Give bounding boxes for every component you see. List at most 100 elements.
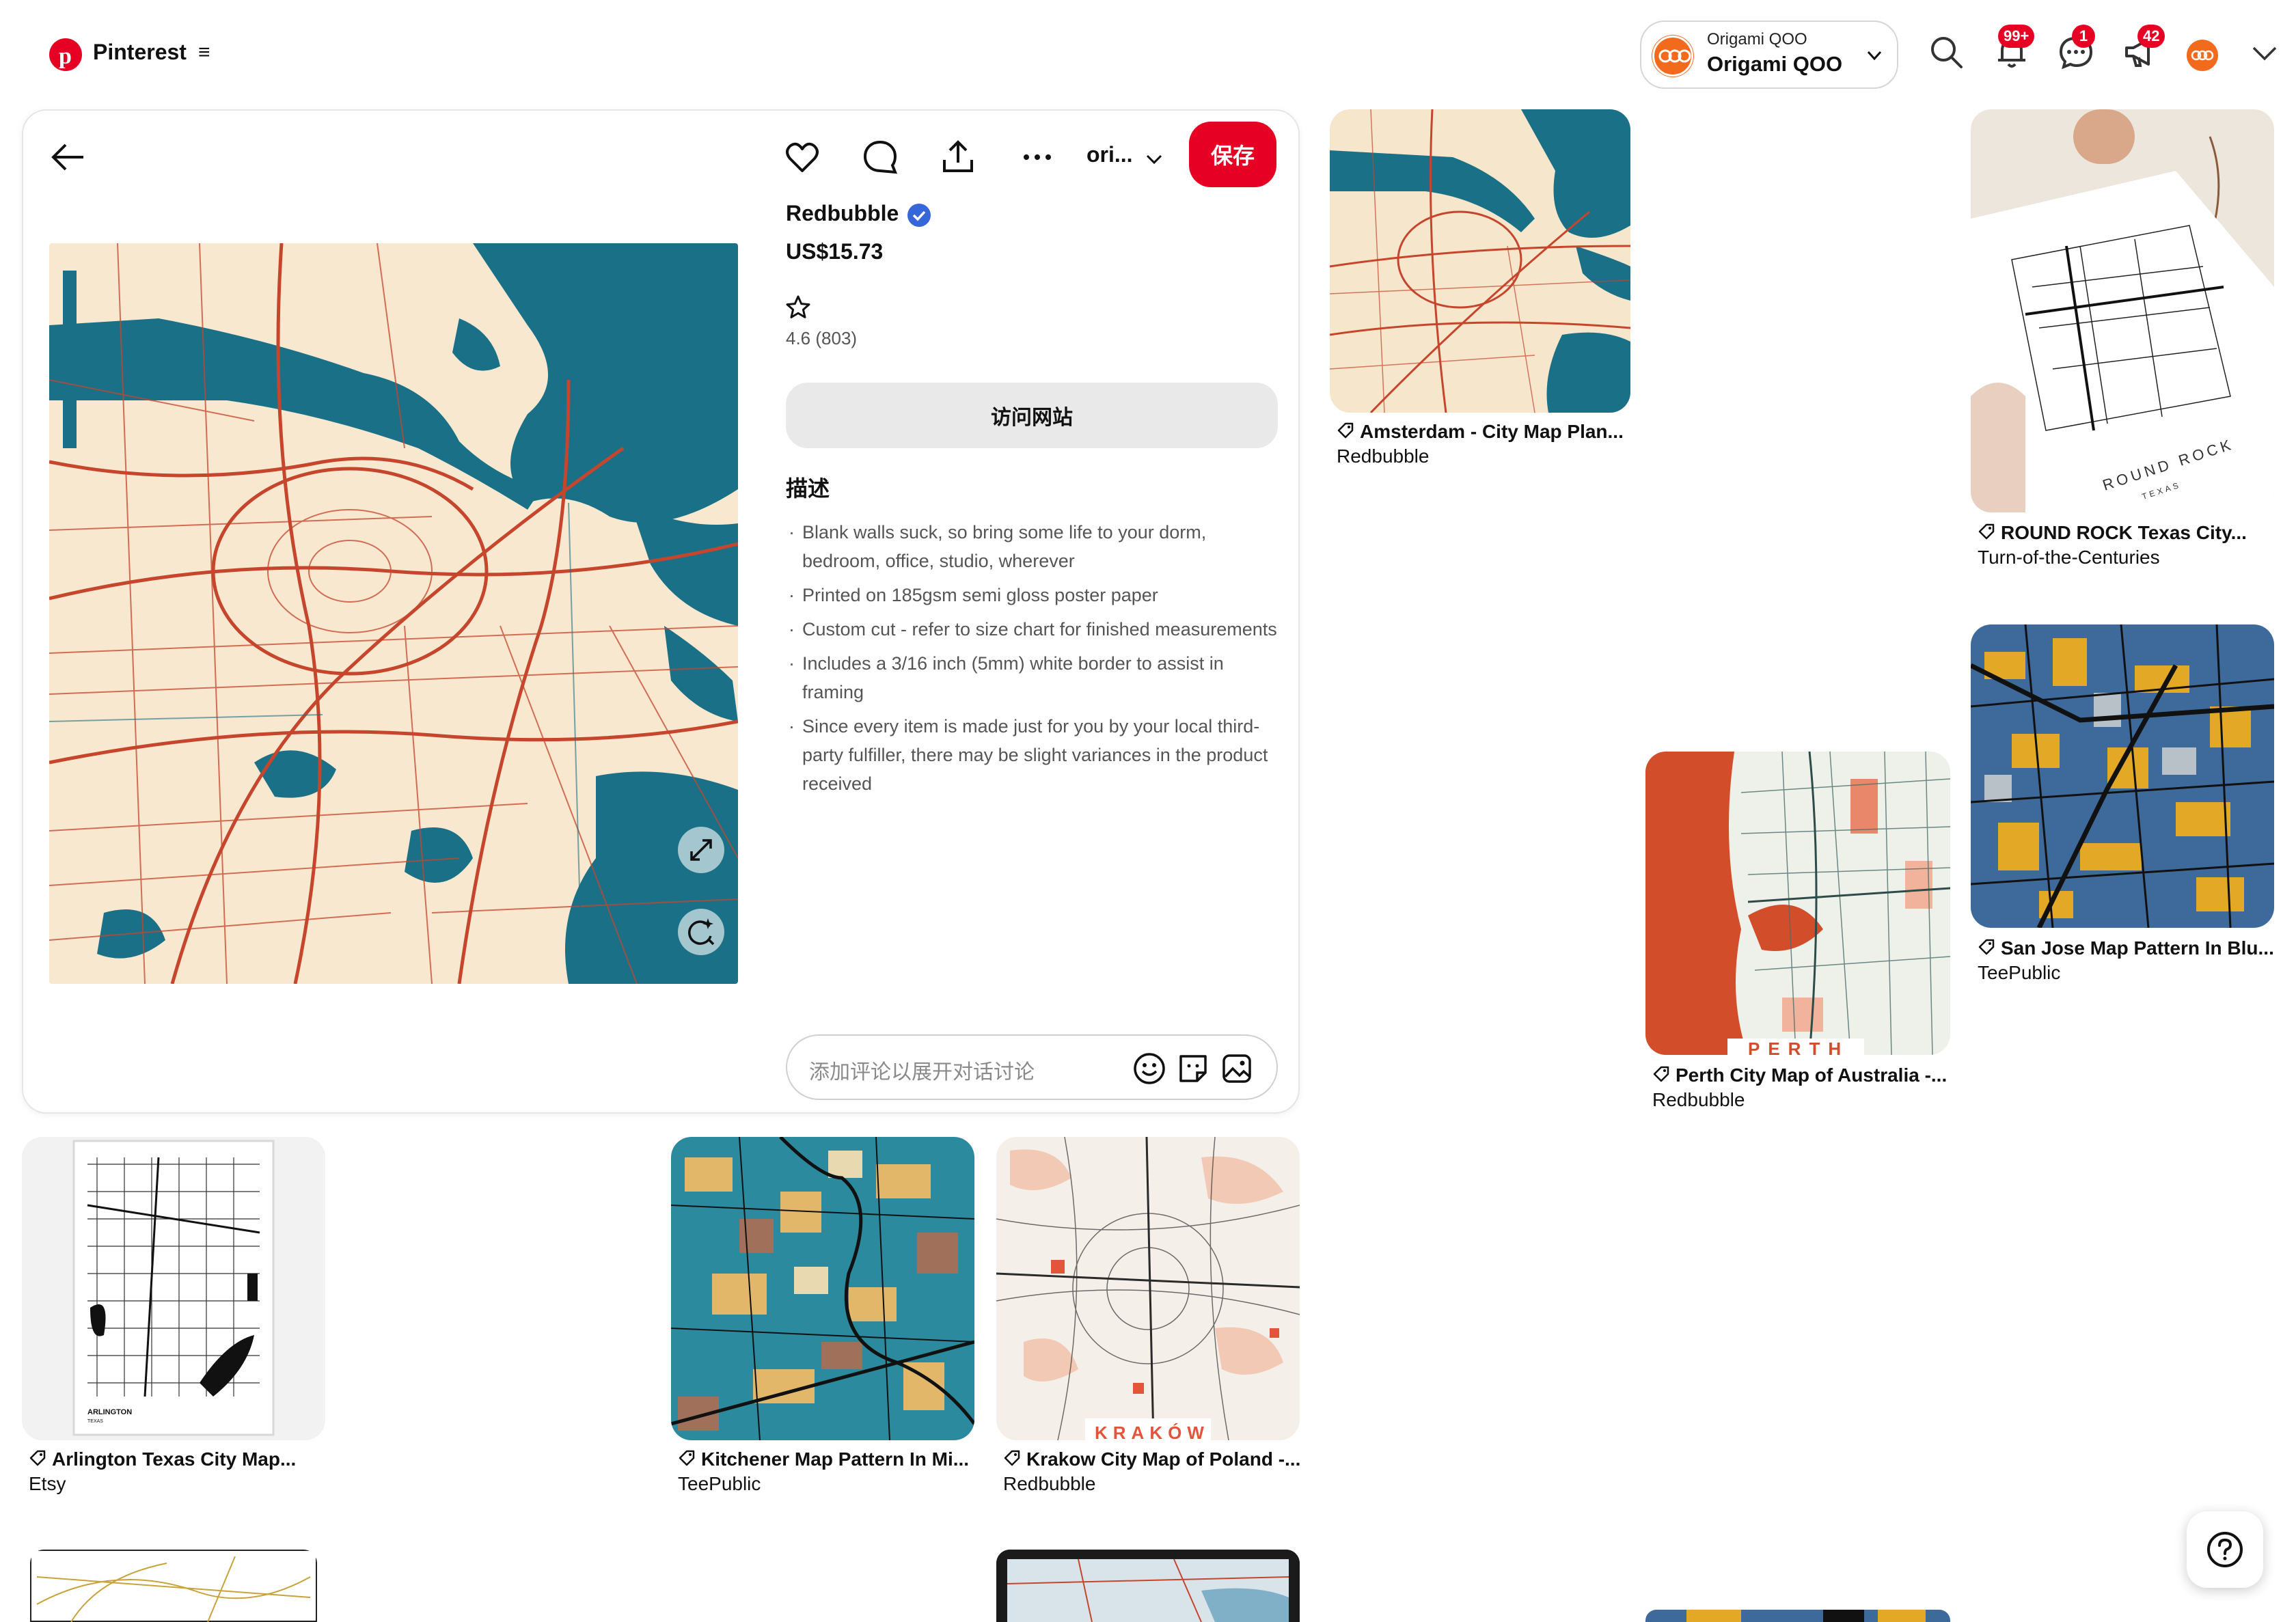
pin-title-text: Perth City Map of Australia -...: [1676, 1064, 1948, 1086]
tag-icon: [1337, 422, 1354, 439]
comment-icon[interactable]: [861, 138, 899, 176]
pinterest-logo-icon[interactable]: p: [49, 38, 82, 71]
share-icon[interactable]: [939, 138, 977, 176]
account-switcher[interactable]: Origami QOO Origami QOO: [1640, 20, 1898, 89]
description-item: Blank walls suck, so bring some life to …: [786, 518, 1285, 575]
pin-title-text: ROUND ROCK Texas City...: [2001, 522, 2247, 543]
svg-text:p: p: [59, 44, 72, 69]
pin-title-text: San Jose Map Pattern In Blu...: [2001, 937, 2274, 959]
chevron-down-icon: [1867, 51, 1882, 61]
pin-thumbnail[interactable]: ROUND ROCK TEXAS: [1971, 109, 2274, 512]
back-arrow-icon[interactable]: [49, 138, 87, 176]
tag-icon: [1653, 1066, 1669, 1082]
logo-text[interactable]: Pinterest: [93, 40, 187, 65]
arlington-sub-label: TEXAS: [87, 1419, 103, 1424]
description-list: Blank walls suck, so bring some life to …: [786, 518, 1285, 803]
pin-source[interactable]: Redbubble: [1337, 445, 1429, 467]
board-selector[interactable]: ori...: [1086, 142, 1133, 167]
emoji-icon[interactable]: [1132, 1051, 1167, 1086]
arlington-label: ARLINGTON: [87, 1408, 132, 1416]
more-options-icon[interactable]: [1018, 138, 1056, 176]
user-avatar[interactable]: [2187, 40, 2218, 71]
pin-thumbnail[interactable]: PERTH: [1645, 752, 1950, 1055]
heart-icon[interactable]: [783, 138, 821, 176]
pin-source[interactable]: Redbubble: [1003, 1473, 1095, 1495]
visit-site-button[interactable]: 访问网站: [786, 383, 1278, 448]
pin-title-text: Amsterdam - City Map Plan...: [1360, 421, 1624, 442]
image-upload-icon[interactable]: [1219, 1051, 1255, 1086]
pin-title-text: Krakow City Map of Poland -...: [1026, 1448, 1301, 1470]
pin-title-text: Arlington Texas City Map...: [52, 1448, 297, 1470]
pin-source[interactable]: Redbubble: [1652, 1089, 1745, 1111]
top-header: p Pinterest ≡ Origami QOO Origami QOO 99…: [0, 0, 2296, 102]
pin-card[interactable]: Kitchener Map Pattern In Mi... TeePublic: [671, 1137, 974, 1506]
notifications-badge: 99+: [1998, 25, 2035, 48]
save-button[interactable]: 保存: [1189, 122, 1276, 187]
pin-title[interactable]: Krakow City Map of Poland -...: [1003, 1448, 1300, 1470]
description-item: Includes a 3/16 inch (5mm) white border …: [786, 649, 1285, 706]
visual-search-icon[interactable]: [678, 909, 724, 955]
pin-card[interactable]: [1645, 1610, 1950, 1622]
rating-text: 4.6 (803): [786, 328, 858, 348]
account-label-small: Origami QOO: [1707, 30, 1807, 49]
pin-thumbnail[interactable]: [1645, 1610, 1950, 1622]
question-icon: [2207, 1532, 2243, 1567]
pin-closeup-card: ori... 保存 Redbubble US$15.73 4.6 (803) 访…: [22, 109, 1300, 1114]
seller-name[interactable]: Redbubble: [786, 201, 899, 226]
pin-title[interactable]: Perth City Map of Australia -...: [1652, 1064, 1947, 1086]
pin-source[interactable]: TeePublic: [1978, 962, 2060, 984]
tag-icon: [29, 1450, 46, 1466]
help-button[interactable]: [2187, 1511, 2263, 1588]
pin-thumbnail[interactable]: ARLINGTON TEXAS: [22, 1137, 325, 1440]
search-icon[interactable]: [1927, 33, 1965, 71]
description-item: Custom cut - refer to size chart for fin…: [786, 615, 1285, 644]
pin-image[interactable]: [49, 243, 738, 984]
comment-placeholder[interactable]: 添加评论以展开对话讨论: [809, 1055, 1035, 1085]
expand-icon[interactable]: [678, 827, 724, 873]
chevron-down-icon[interactable]: [1144, 149, 1164, 169]
verified-badge-icon: [907, 204, 931, 227]
pin-title[interactable]: Amsterdam - City Map Plan...: [1337, 421, 1624, 443]
chevron-down-icon[interactable]: [2250, 41, 2280, 66]
pin-title[interactable]: San Jose Map Pattern In Blu...: [1978, 937, 2274, 959]
perth-label: PERTH: [1748, 1039, 1849, 1055]
comment-input[interactable]: 添加评论以展开对话讨论: [786, 1034, 1278, 1100]
pin-card[interactable]: ROUND ROCK TEXAS ROUND ROCK Texas City..…: [1971, 109, 2274, 574]
pin-card[interactable]: San Jose Map Pattern In Blu... TeePublic: [1971, 624, 2274, 993]
pin-card[interactable]: Amsterdam - City Map Plan... Redbubble: [1330, 109, 1630, 478]
krakow-label: KRAKÓW: [1095, 1422, 1210, 1440]
tag-icon: [1004, 1450, 1020, 1466]
pin-card[interactable]: ARLINGTON TEXAS Arlington Texas City Map…: [22, 1137, 325, 1506]
pin-source[interactable]: Turn-of-the-Centuries: [1978, 547, 2160, 568]
product-price: US$15.73: [786, 239, 884, 264]
hamburger-icon[interactable]: ≡: [198, 41, 210, 64]
pin-title-text: Kitchener Map Pattern In Mi...: [701, 1448, 970, 1470]
sticker-icon[interactable]: [1175, 1051, 1211, 1086]
pin-source[interactable]: Etsy: [29, 1473, 66, 1495]
updates-badge: 42: [2137, 25, 2165, 48]
description-item: Printed on 185gsm semi gloss poster pape…: [786, 581, 1285, 609]
pin-thumbnail[interactable]: [996, 1550, 1300, 1622]
description-item: Since every item is made just for you by…: [786, 712, 1285, 798]
messages-badge: 1: [2072, 25, 2095, 48]
pin-thumbnail[interactable]: [1971, 624, 2274, 928]
description-title: 描述: [786, 476, 830, 501]
pin-thumbnail[interactable]: [30, 1550, 317, 1622]
tag-icon: [1978, 939, 1995, 955]
pin-title[interactable]: ROUND ROCK Texas City...: [1978, 522, 2247, 544]
pin-card[interactable]: KRAKÓW Krakow City Map of Poland -... Re…: [996, 1137, 1300, 1506]
pin-title[interactable]: Arlington Texas City Map...: [29, 1448, 296, 1470]
pin-thumbnail[interactable]: [671, 1137, 974, 1440]
pin-card[interactable]: [30, 1550, 317, 1622]
tag-icon: [679, 1450, 695, 1466]
pin-thumbnail[interactable]: [1330, 109, 1630, 413]
pin-card[interactable]: [996, 1550, 1300, 1622]
account-label: Origami QOO: [1707, 52, 1843, 76]
star-icon: [786, 295, 810, 318]
pin-source[interactable]: TeePublic: [678, 1473, 761, 1495]
pin-title[interactable]: Kitchener Map Pattern In Mi...: [678, 1448, 969, 1470]
tag-icon: [1978, 523, 1995, 540]
account-avatar: [1652, 36, 1693, 77]
pin-thumbnail[interactable]: KRAKÓW: [996, 1137, 1300, 1440]
pin-card[interactable]: PERTH Perth City Map of Australia -... R…: [1645, 752, 1950, 1121]
